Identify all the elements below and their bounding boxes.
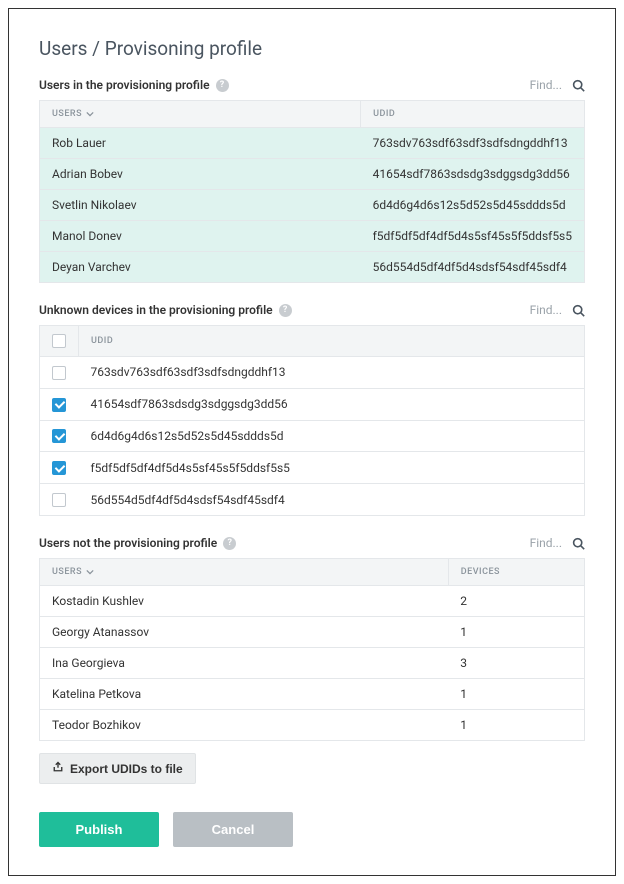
row-checkbox[interactable]: [52, 461, 66, 475]
column-header-devices[interactable]: DEVICES: [448, 559, 584, 586]
device-count-cell: 1: [448, 617, 584, 648]
table-row[interactable]: Katelina Petkova 1: [40, 679, 585, 710]
udid-cell: 6d4d6g4d6s12s5d52s5d45sddds5d: [361, 190, 585, 221]
udid-cell: 6d4d6g4d6s12s5d52s5d45sddds5d: [79, 420, 585, 452]
table-row[interactable]: 6d4d6g4d6s12s5d52s5d45sddds5d: [40, 420, 585, 452]
table-row[interactable]: Ina Georgieva 3: [40, 648, 585, 679]
table-row[interactable]: Georgy Atanassov 1: [40, 617, 585, 648]
page-title: Users / Provisoning profile: [39, 37, 585, 60]
user-name-cell: Svetlin Nikolaev: [40, 190, 361, 221]
udid-cell: 41654sdf7863sdsdg3sdggsdg3dd56: [79, 388, 585, 420]
help-icon[interactable]: ?: [223, 537, 236, 550]
udid-cell: f5df5df5df4df5d4s5sf45s5f5ddsf5s5: [79, 452, 585, 484]
table-row[interactable]: 41654sdf7863sdsdg3sdggsdg3dd56: [40, 388, 585, 420]
row-checkbox[interactable]: [52, 366, 66, 380]
table-row[interactable]: 763sdv763sdf63sdf3sdfsdngddhf13: [40, 357, 585, 389]
table-row[interactable]: f5df5df5df4df5d4s5sf45s5f5ddsf5s5: [40, 452, 585, 484]
row-checkbox[interactable]: [52, 429, 66, 443]
user-name-cell: Georgy Atanassov: [40, 617, 449, 648]
udid-cell: 763sdv763sdf63sdf3sdfsdngddhf13: [361, 128, 585, 159]
column-header-users[interactable]: USERS: [52, 567, 94, 577]
udid-cell: 41654sdf7863sdsdg3sdggsdg3dd56: [361, 159, 585, 190]
section-unknown-devices: Unknown devices in the provisioning prof…: [39, 303, 585, 516]
users-in-profile-table: USERS UDID Rob Lauer 763sdv763sdf63sdf3s…: [39, 100, 585, 283]
section-header: Unknown devices in the provisioning prof…: [39, 303, 585, 317]
row-checkbox[interactable]: [52, 493, 66, 507]
section-users-not-in-profile: Users not the provisioning profile ? Fin…: [39, 536, 585, 784]
udid-cell: 763sdv763sdf63sdf3sdfsdngddhf13: [79, 357, 585, 389]
user-name-cell: Deyan Varchev: [40, 252, 361, 283]
search-icon[interactable]: [572, 304, 585, 317]
user-name-cell: Teodor Bozhikov: [40, 710, 449, 741]
export-udids-button[interactable]: Export UDIDs to file: [39, 753, 196, 784]
udid-cell: f5df5df5df4df5d4s5sf45s5f5ddsf5s5: [361, 221, 585, 252]
device-count-cell: 2: [448, 586, 584, 617]
cancel-button[interactable]: Cancel: [173, 812, 293, 847]
udid-cell: 56d554d5df4df5d4sdsf54sdf45sdf4: [79, 484, 585, 516]
search-icon[interactable]: [572, 79, 585, 92]
help-icon[interactable]: ?: [279, 304, 292, 317]
column-header-udid[interactable]: UDID: [79, 326, 585, 357]
users-not-in-profile-table: USERS DEVICES Kostadin Kushlev 2 Georgy: [39, 558, 585, 741]
column-header-udid[interactable]: UDID: [361, 101, 585, 128]
user-name-cell: Katelina Petkova: [40, 679, 449, 710]
user-name-cell: Ina Georgieva: [40, 648, 449, 679]
row-checkbox[interactable]: [52, 398, 66, 412]
table-row[interactable]: Rob Lauer 763sdv763sdf63sdf3sdfsdngddhf1…: [40, 128, 585, 159]
section-header: Users not the provisioning profile ? Fin…: [39, 536, 585, 550]
export-icon: [52, 761, 64, 776]
chevron-down-icon: [86, 568, 94, 576]
search-icon[interactable]: [572, 537, 585, 550]
device-count-cell: 1: [448, 710, 584, 741]
export-button-label: Export UDIDs to file: [70, 762, 183, 776]
select-all-checkbox[interactable]: [52, 334, 66, 348]
section-title: Unknown devices in the provisioning prof…: [39, 303, 273, 317]
udid-cell: 56d554d5df4df5d4sdsf54sdf45sdf4: [361, 252, 585, 283]
table-row[interactable]: Kostadin Kushlev 2: [40, 586, 585, 617]
section-header: Users in the provisioning profile ? Find…: [39, 78, 585, 92]
column-header-users[interactable]: USERS: [52, 109, 94, 119]
table-row[interactable]: Adrian Bobev 41654sdf7863sdsdg3sdggsdg3d…: [40, 159, 585, 190]
find-input[interactable]: Find...: [530, 303, 562, 317]
device-count-cell: 3: [448, 648, 584, 679]
user-name-cell: Rob Lauer: [40, 128, 361, 159]
find-input[interactable]: Find...: [530, 78, 562, 92]
table-row[interactable]: Manol Donev f5df5df5df4df5d4s5sf45s5f5dd…: [40, 221, 585, 252]
table-row[interactable]: Deyan Varchev 56d554d5df4df5d4sdsf54sdf4…: [40, 252, 585, 283]
user-name-cell: Kostadin Kushlev: [40, 586, 449, 617]
device-count-cell: 1: [448, 679, 584, 710]
publish-button[interactable]: Publish: [39, 812, 159, 847]
section-users-in-profile: Users in the provisioning profile ? Find…: [39, 78, 585, 283]
unknown-devices-table: UDID 763sdv763sdf63sdf3sdfsdngddhf13 416…: [39, 325, 585, 516]
section-title: Users in the provisioning profile: [39, 78, 210, 92]
find-input[interactable]: Find...: [530, 536, 562, 550]
table-row[interactable]: 56d554d5df4df5d4sdsf54sdf45sdf4: [40, 484, 585, 516]
help-icon[interactable]: ?: [216, 79, 229, 92]
user-name-cell: Manol Donev: [40, 221, 361, 252]
user-name-cell: Adrian Bobev: [40, 159, 361, 190]
action-button-row: Publish Cancel: [39, 812, 585, 847]
table-row[interactable]: Teodor Bozhikov 1: [40, 710, 585, 741]
column-header-select-all[interactable]: [40, 326, 79, 357]
section-title: Users not the provisioning profile: [39, 536, 217, 550]
page-container: Users / Provisoning profile Users in the…: [8, 8, 616, 876]
table-row[interactable]: Svetlin Nikolaev 6d4d6g4d6s12s5d52s5d45s…: [40, 190, 585, 221]
chevron-down-icon: [86, 110, 94, 118]
